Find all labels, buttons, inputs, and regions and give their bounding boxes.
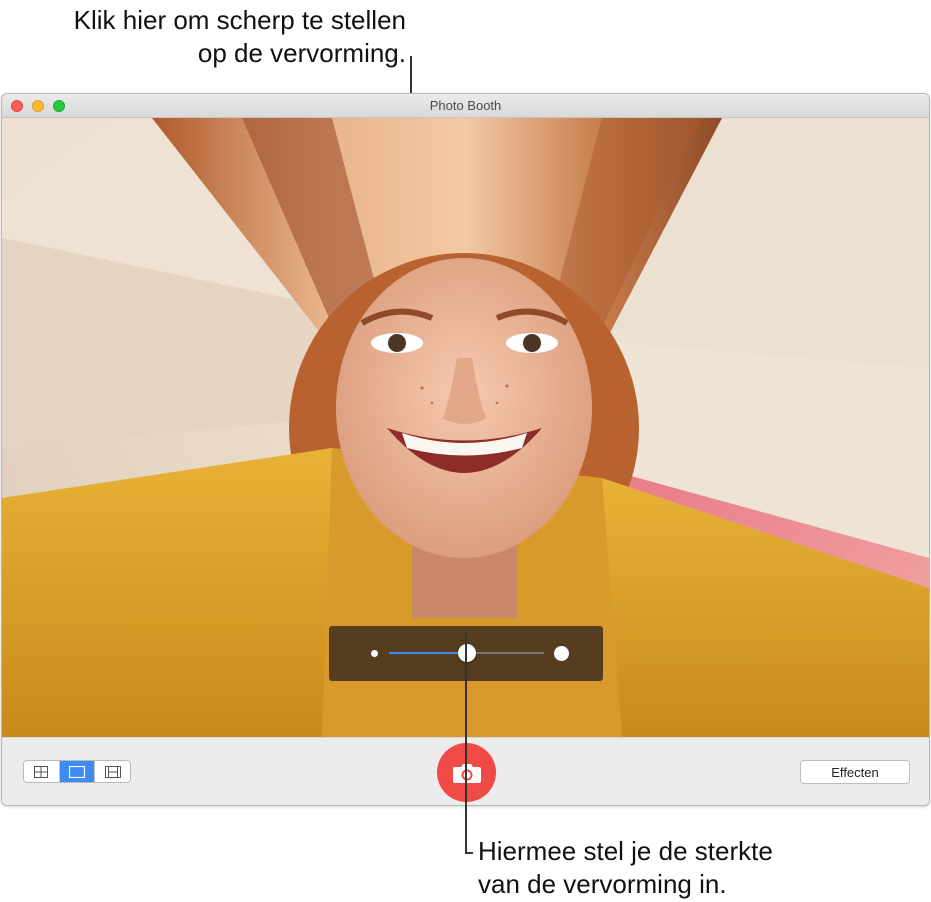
callout-top-line2: op de vervorming. bbox=[197, 38, 406, 68]
window-title: Photo Booth bbox=[429, 98, 502, 113]
grid-four-icon bbox=[34, 765, 49, 778]
titlebar: Photo Booth bbox=[2, 94, 929, 118]
callout-bottom-line1: Hiermee stel je de sterkte bbox=[478, 836, 773, 866]
slider-fill bbox=[389, 652, 467, 654]
callout-bottom-line2: van de vervorming in. bbox=[478, 869, 727, 899]
single-frame-icon bbox=[69, 765, 85, 778]
video-view-button[interactable] bbox=[95, 761, 130, 782]
single-view-button[interactable] bbox=[59, 761, 96, 782]
callout-distortion-strength: Hiermee stel je de sterkte van de vervor… bbox=[478, 835, 773, 901]
filmstrip-icon bbox=[104, 765, 121, 778]
four-up-view-button[interactable] bbox=[24, 761, 60, 782]
slider-min-icon bbox=[371, 650, 378, 657]
callout-bottom-leader-tick bbox=[465, 852, 473, 854]
view-mode-segmented-control bbox=[23, 760, 131, 783]
effects-button[interactable]: Effecten bbox=[800, 760, 910, 784]
callout-bottom-leader bbox=[465, 633, 467, 853]
callout-top-line1: Klik hier om scherp te stellen bbox=[73, 5, 406, 35]
callout-focus-distortion: Klik hier om scherp te stellen op de ver… bbox=[74, 4, 406, 70]
slider-max-icon bbox=[554, 646, 569, 661]
